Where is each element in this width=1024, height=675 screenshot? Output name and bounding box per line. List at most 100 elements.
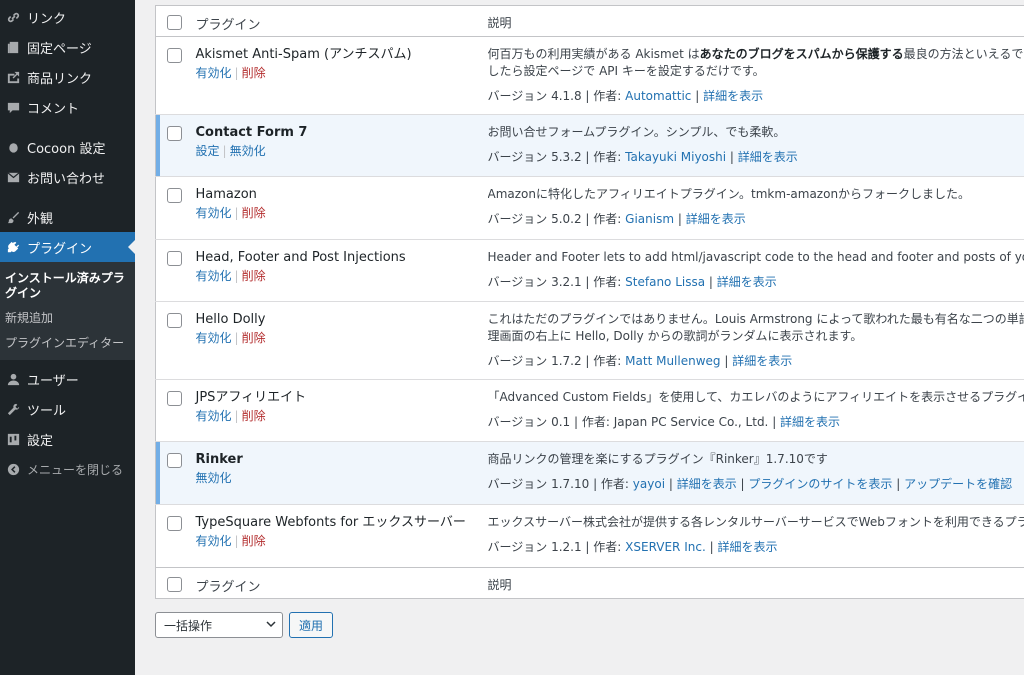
plugin-checkbox-cell xyxy=(156,37,196,115)
author-link[interactable]: Takayuki Miyoshi xyxy=(625,150,726,164)
plugin-checkbox[interactable] xyxy=(167,48,182,63)
action-link[interactable]: 無効化 xyxy=(230,144,266,158)
author-link[interactable]: Matt Mullenweg xyxy=(625,354,720,368)
action-link[interactable]: 有効化 xyxy=(196,409,232,423)
menu-product-links[interactable]: 商品リンク xyxy=(0,62,135,92)
bulk-action-select[interactable]: 一括操作 xyxy=(155,612,283,638)
view-details-link[interactable]: 詳細を表示 xyxy=(686,212,746,226)
author-name: Japan PC Service Co., Ltd. xyxy=(613,415,769,429)
plugin-meta: バージョン 1.2.1 | 作者: XSERVER Inc. | 詳細を表示 xyxy=(487,540,778,554)
plugin-meta: バージョン 4.1.8 | 作者: Automattic | 詳細を表示 xyxy=(487,89,764,103)
footer-plugin[interactable]: プラグイン xyxy=(195,567,482,599)
chevron-down-icon xyxy=(266,618,276,632)
author-label: 作者: xyxy=(600,477,629,491)
menu-contact-label: お問い合わせ xyxy=(27,171,106,187)
check-update-link[interactable]: アップデートを確認 xyxy=(904,477,1012,491)
plugin-name: Hamazon xyxy=(195,187,257,202)
plugin-description-cell: Amazonに特化したアフィリエイトプラグイン。tmkm-amazonからフォー… xyxy=(482,177,1024,240)
plugin-description: 「Advanced Custom Fields」を使用して、カエレバのようにアフ… xyxy=(487,390,1024,404)
action-link[interactable]: 有効化 xyxy=(196,66,232,80)
view-details-link[interactable]: 詳細を表示 xyxy=(738,150,798,164)
plugin-row: TypeSquare Webfonts for エックスサーバー 有効化 | 削除 エッ… xyxy=(155,505,1024,568)
menu-comments[interactable]: コメント xyxy=(0,92,135,122)
plugin-checkbox[interactable] xyxy=(167,313,182,328)
header-description: 説明 xyxy=(481,5,1024,37)
menu-contact[interactable]: お問い合わせ xyxy=(0,162,135,192)
delete-link[interactable]: 削除 xyxy=(242,269,266,283)
delete-link[interactable]: 削除 xyxy=(242,66,266,80)
menu-plugins[interactable]: プラグイン xyxy=(0,232,135,262)
action-link[interactable]: 有効化 xyxy=(196,206,232,220)
plugin-checkbox-cell xyxy=(156,177,196,240)
apply-button[interactable]: 適用 xyxy=(289,612,334,638)
view-details-link[interactable]: 詳細を表示 xyxy=(677,477,737,491)
menu-tools[interactable]: ツール xyxy=(0,394,135,424)
action-separator: | xyxy=(234,66,239,80)
submenu-add-new[interactable]: 新規追加 xyxy=(0,308,135,329)
plugin-row-actions: 有効化 | 削除 xyxy=(196,408,482,424)
select-all-checkbox[interactable] xyxy=(167,15,182,30)
plugin-site-link[interactable]: プラグインのサイトを表示 xyxy=(748,477,892,491)
author-link[interactable]: Stefano Lissa xyxy=(625,275,705,289)
action-link[interactable]: 有効化 xyxy=(196,269,232,283)
delete-link[interactable]: 削除 xyxy=(242,534,266,548)
plugin-checkbox[interactable] xyxy=(167,126,182,141)
plugin-row-actions: 有効化 | 削除 xyxy=(196,533,482,549)
menu-cocoon-settings[interactable]: Cocoon 設定 xyxy=(0,132,135,162)
user-icon xyxy=(5,371,21,387)
plugin-checkbox[interactable] xyxy=(167,188,182,203)
view-details-link[interactable]: 詳細を表示 xyxy=(703,89,763,103)
author-link[interactable]: Gianism xyxy=(625,212,674,226)
action-link[interactable]: 無効化 xyxy=(196,471,232,485)
delete-link[interactable]: 削除 xyxy=(242,206,266,220)
plugin-title-cell: Hello Dolly 有効化 | 削除 xyxy=(196,302,482,380)
author-label: 作者: xyxy=(593,540,622,554)
menu-users[interactable]: ユーザー xyxy=(0,364,135,394)
menu-cocoon-label: Cocoon 設定 xyxy=(27,141,106,157)
plugin-checkbox[interactable] xyxy=(167,391,182,406)
action-link[interactable]: 有効化 xyxy=(196,534,232,548)
view-details-link[interactable]: 詳細を表示 xyxy=(717,540,777,554)
action-link[interactable]: 設定 xyxy=(196,144,220,158)
wrench-icon xyxy=(5,401,21,417)
menu-collapse[interactable]: メニューを閉じる xyxy=(0,454,135,484)
plugin-checkbox[interactable] xyxy=(167,516,182,531)
plugin-checkbox[interactable] xyxy=(167,251,182,266)
plugin-version: バージョン 0.1 xyxy=(487,415,571,429)
plugin-description-cell: 商品リンクの管理を楽にするプラグイン『Rinker』1.7.10です バージョン … xyxy=(482,442,1024,505)
delete-link[interactable]: 削除 xyxy=(242,331,266,345)
menu-appearance[interactable]: 外観 xyxy=(0,202,135,232)
view-details-link[interactable]: 詳細を表示 xyxy=(780,415,840,429)
plugin-row-actions: 設定 | 無効化 xyxy=(196,143,482,159)
menu-settings[interactable]: 設定 xyxy=(0,424,135,454)
plugin-row-actions: 無効化 xyxy=(196,470,482,486)
plugin-checkbox[interactable] xyxy=(167,453,182,468)
plugin-description-cell: お問い合せフォームプラグイン。シンプル、でも柔軟。 バージョン 5.3.2 | 作… xyxy=(482,115,1024,177)
action-link[interactable]: 有効化 xyxy=(196,331,232,345)
menu-users-label: ユーザー xyxy=(27,373,79,389)
plugin-description: 何百万もの利用実績がある Akismet はあなたのブログをスパムから保護する最… xyxy=(488,46,1024,63)
author-link[interactable]: yayoi xyxy=(633,477,665,491)
action-separator: | xyxy=(234,331,239,345)
submenu-installed-plugins[interactable]: インストール済みプラグイン xyxy=(0,268,135,304)
plugin-checkbox-cell xyxy=(156,442,196,505)
plugin-version: バージョン 1.7.10 xyxy=(487,477,590,491)
submenu-plugin-editor[interactable]: プラグインエディター xyxy=(0,333,135,354)
view-details-link[interactable]: 詳細を表示 xyxy=(717,275,777,289)
plugin-row-actions: 有効化 | 削除 xyxy=(196,268,482,284)
header-plugin[interactable]: プラグイン xyxy=(195,5,482,37)
plugin-row: Akismet Anti-Spam (アンチスパム) 有効化 | 削除 何百万もの利用実… xyxy=(155,37,1024,115)
plugin-name: Rinker xyxy=(195,452,243,467)
menu-links[interactable]: リンク xyxy=(0,2,135,32)
plugin-description: Amazonに特化したアフィリエイトプラグイン。tmkm-amazonからフォー… xyxy=(487,187,971,201)
plugin-title-cell: Head, Footer and Post Injections 有効化 | 削除 xyxy=(196,240,482,302)
action-separator: | xyxy=(234,409,239,423)
menu-pages[interactable]: 固定ページ xyxy=(0,32,135,62)
author-link[interactable]: XSERVER Inc. xyxy=(625,540,706,554)
author-link[interactable]: Automattic xyxy=(625,89,691,103)
plugin-row: JPSアフィリエイト 有効化 | 削除 「Advanced Custom Fields」… xyxy=(155,380,1024,442)
plugin-version: バージョン 5.0.2 xyxy=(487,212,582,226)
delete-link[interactable]: 削除 xyxy=(242,409,266,423)
view-details-link[interactable]: 詳細を表示 xyxy=(732,354,792,368)
footer-select-all-checkbox[interactable] xyxy=(167,577,182,592)
